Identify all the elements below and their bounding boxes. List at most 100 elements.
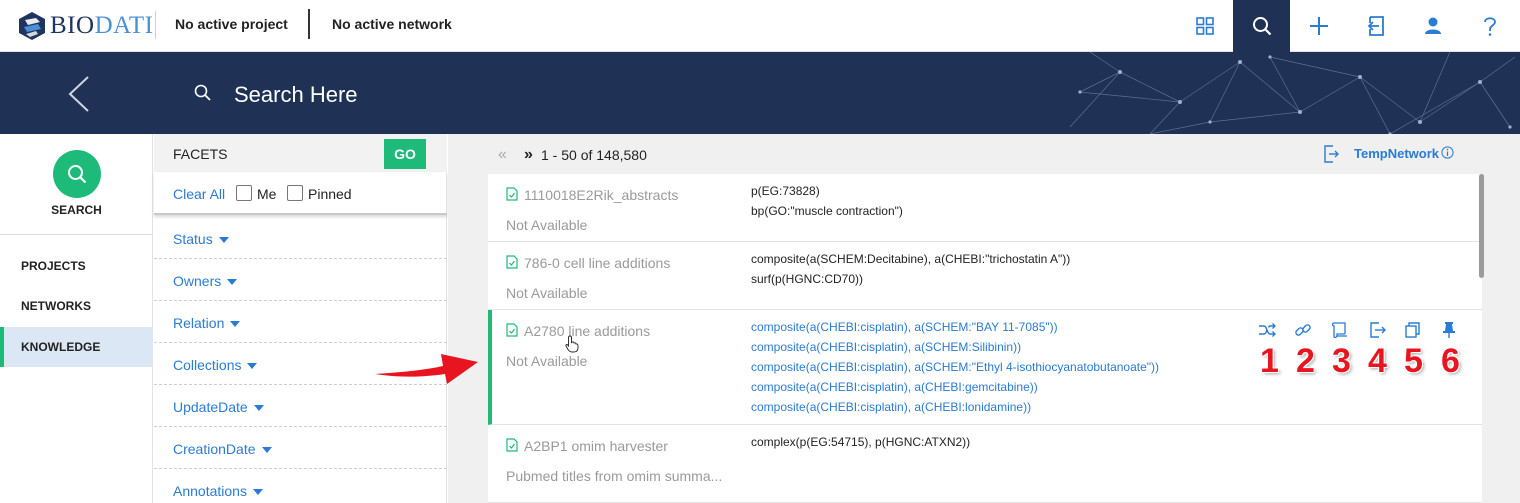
sign-in-button[interactable]: [1347, 0, 1404, 52]
card-description: Not Available: [506, 353, 588, 369]
export-icon[interactable]: [1323, 145, 1339, 163]
search-banner: Search Here: [0, 52, 1520, 134]
facet-label: UpdateDate: [173, 399, 264, 415]
annotation-number: 6: [1441, 342, 1460, 380]
red-arrow-annotation: [375, 354, 478, 384]
search-nav-label[interactable]: SEARCH: [0, 203, 153, 217]
top-bar: BIODATI No active project No active netw…: [0, 0, 1520, 52]
bel-statement-link[interactable]: composite(a(CHEBI:cisplatin), a(CHEBI:ge…: [751, 380, 1038, 394]
go-button[interactable]: GO: [384, 139, 426, 169]
biodati-logo[interactable]: BIODATI: [16, 8, 154, 44]
left-navigation: SEARCH PROJECTS NETWORKS KNOWLEDGE: [0, 134, 153, 503]
clear-all-link[interactable]: Clear All: [173, 186, 225, 202]
card-title[interactable]: A2BP1 omim harvester: [524, 438, 668, 454]
results-panel: « » 1 - 50 of 148,580 TempNetwork 111001…: [448, 134, 1520, 503]
me-checkbox-label[interactable]: Me: [257, 186, 276, 202]
facet-annotations[interactable]: Annotations: [154, 469, 447, 503]
logo-text: BIODATI: [50, 12, 154, 39]
facet-relation[interactable]: Relation: [154, 301, 447, 343]
annotation-number: 4: [1368, 342, 1387, 380]
pager-next-button[interactable]: »: [524, 146, 533, 164]
document-icon: [506, 438, 518, 452]
bel-statement: composite(a(SCHEM:Decitabine), a(CHEBI:"…: [751, 252, 1071, 266]
copy-icon[interactable]: [1404, 321, 1422, 339]
search-icon: [194, 84, 211, 101]
card-description: Pubmed titles from omim summa...: [506, 468, 723, 484]
help-button[interactable]: [1461, 0, 1518, 52]
me-checkbox[interactable]: [236, 185, 252, 201]
annotation-number: 5: [1404, 342, 1423, 380]
search-nav-button[interactable]: [53, 150, 101, 198]
card-title[interactable]: 786-0 cell line additions: [524, 255, 670, 271]
hand-cursor-icon: [565, 335, 579, 353]
document-icon: [506, 323, 518, 337]
search-icon: [68, 165, 87, 184]
card-title[interactable]: A2780 line additions: [524, 323, 650, 339]
bel-statement-link[interactable]: composite(a(CHEBI:cisplatin), a(SCHEM:"E…: [751, 360, 1159, 374]
document-icon: [506, 187, 518, 201]
caret-down-icon: [253, 405, 264, 412]
help-icon: [1483, 17, 1496, 36]
pager-prev-button[interactable]: «: [498, 146, 507, 164]
pin-icon[interactable]: [1440, 321, 1458, 339]
active-project-label[interactable]: No active project: [175, 16, 288, 32]
facets-title: FACETS: [173, 146, 228, 162]
card-description: Not Available: [506, 217, 588, 233]
document-icon: [506, 255, 518, 269]
result-card-selected[interactable]: A2780 line additions Not Available compo…: [488, 310, 1482, 425]
pager-range: 1 - 50 of 148,580: [541, 147, 647, 163]
search-button[interactable]: [1233, 0, 1290, 52]
caret-down-icon: [218, 237, 229, 244]
search-icon: [1252, 17, 1271, 36]
facets-panel: FACETS GO Clear All Me Pinned Status Own…: [154, 134, 447, 503]
result-card[interactable]: 786-0 cell line additions Not Available …: [488, 242, 1482, 310]
result-card[interactable]: 1110018E2Rik_abstracts Not Available p(E…: [488, 174, 1482, 242]
divider: [155, 11, 156, 39]
back-arrow-icon[interactable]: [62, 74, 92, 114]
facet-label: Status: [173, 231, 229, 247]
info-icon[interactable]: [1441, 146, 1454, 159]
bel-statement: surf(p(HGNC:CD70)): [751, 272, 864, 286]
network-background-graphic: [1069, 52, 1516, 134]
card-title[interactable]: 1110018E2Rik_abstracts: [524, 187, 678, 203]
facet-creationdate[interactable]: CreationDate: [154, 427, 447, 469]
facet-label: Owners: [173, 273, 238, 289]
caret-down-icon: [247, 363, 258, 370]
export-icon[interactable]: [1368, 321, 1386, 339]
result-card[interactable]: A2BP1 omim harvester Pubmed titles from …: [488, 425, 1482, 503]
nav-item-projects[interactable]: PROJECTS: [0, 246, 153, 286]
grid-icon: [1195, 17, 1214, 35]
annotation-number: 2: [1296, 342, 1315, 380]
link-icon[interactable]: [1294, 321, 1312, 339]
nav-item-knowledge[interactable]: KNOWLEDGE: [0, 327, 153, 367]
facets-filter-bar: Clear All Me Pinned: [154, 172, 447, 215]
user-icon: [1424, 17, 1441, 34]
pinned-checkbox-label[interactable]: Pinned: [308, 186, 352, 202]
active-network-label[interactable]: No active network: [332, 16, 452, 32]
facet-updatedate[interactable]: UpdateDate: [154, 385, 447, 427]
bel-statement-link[interactable]: composite(a(CHEBI:cisplatin), a(SCHEM:"B…: [751, 320, 1058, 334]
sign-in-icon: [1367, 16, 1384, 36]
bel-statement: complex(p(EG:54715), p(HGNC:ATXN2)): [751, 435, 971, 449]
scrollbar-thumb[interactable]: [1479, 174, 1484, 278]
shuffle-icon[interactable]: [1258, 321, 1276, 339]
facet-owners[interactable]: Owners: [154, 259, 447, 301]
pinned-checkbox[interactable]: [287, 185, 303, 201]
divider: [0, 234, 153, 235]
caret-down-icon: [227, 279, 238, 286]
user-button[interactable]: [1404, 0, 1461, 52]
bel-statement: p(EG:73828): [751, 184, 820, 198]
add-button[interactable]: [1290, 0, 1347, 52]
bel-statement: bp(GO:"muscle contraction"): [751, 204, 903, 218]
caret-down-icon: [230, 321, 241, 328]
search-input[interactable]: Search Here: [234, 82, 358, 108]
grid-button[interactable]: [1176, 0, 1233, 52]
plus-icon: [1309, 17, 1328, 35]
scroll-icon[interactable]: [1330, 321, 1348, 339]
results-list: 1110018E2Rik_abstracts Not Available p(E…: [488, 174, 1482, 503]
nav-item-networks[interactable]: NETWORKS: [0, 286, 153, 326]
bel-statement-link[interactable]: composite(a(CHEBI:cisplatin), a(SCHEM:Si…: [751, 340, 1021, 354]
bel-statement-link[interactable]: composite(a(CHEBI:cisplatin), a(CHEBI:lo…: [751, 400, 1031, 414]
temp-network-link[interactable]: TempNetwork: [1354, 146, 1439, 161]
facet-status[interactable]: Status: [154, 217, 447, 259]
